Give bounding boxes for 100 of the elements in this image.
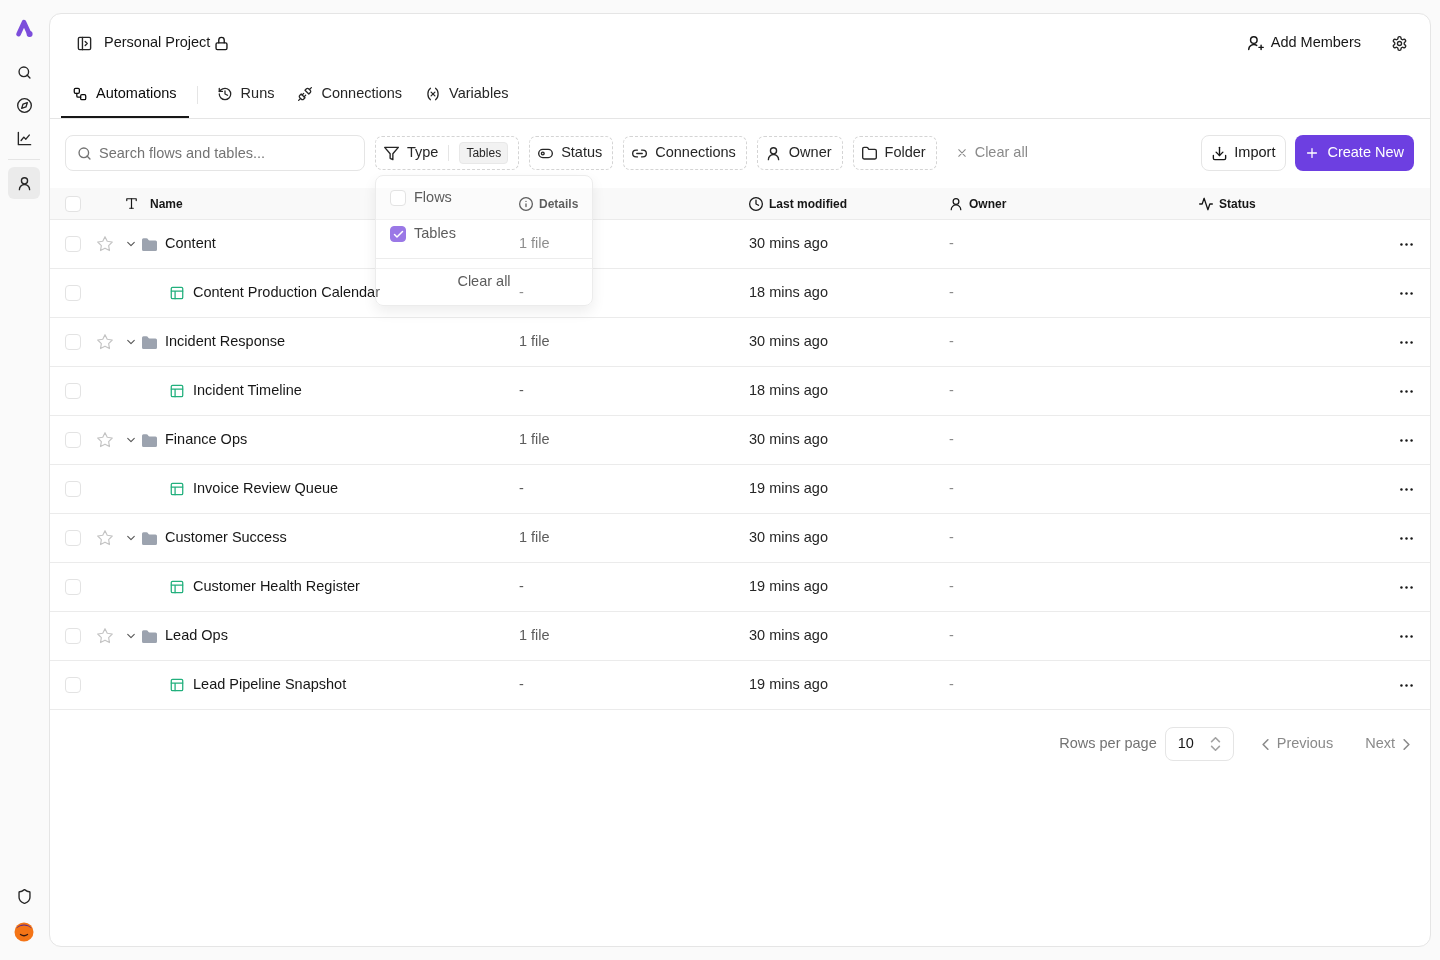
column-header[interactable]: Last modified	[769, 194, 847, 213]
owner-value: -	[949, 382, 954, 399]
star-icon[interactable]	[97, 432, 113, 448]
folder-name[interactable]: Finance Ops	[165, 429, 248, 451]
user-plus-icon	[1247, 35, 1264, 51]
star-icon[interactable]	[97, 236, 113, 252]
file-count: 1 file	[519, 529, 550, 546]
more-icon	[1399, 438, 1413, 442]
chevron-left-icon	[1261, 738, 1269, 750]
rows-per-page-label: Rows per page	[1059, 734, 1157, 754]
column-header[interactable]: Details	[539, 194, 579, 213]
owner-value: -	[949, 284, 954, 301]
column-header[interactable]: Owner	[969, 194, 1007, 213]
shield-icon	[16, 888, 32, 904]
filter-chip[interactable]: Folder	[852, 136, 937, 170]
sidebar-nav-button[interactable]	[8, 167, 40, 199]
tab[interactable]: Automations	[61, 72, 189, 118]
owner-value: -	[949, 529, 954, 546]
clock-icon	[749, 196, 763, 211]
table-icon	[170, 580, 184, 594]
column-header[interactable]: Name	[150, 194, 183, 213]
file-count: 1 file	[519, 235, 550, 252]
folder-name[interactable]: Customer Success	[165, 527, 287, 549]
compass-icon	[16, 97, 32, 113]
info-icon	[519, 196, 533, 211]
folder-icon	[142, 531, 157, 545]
user-icon	[16, 175, 32, 191]
search-icon	[77, 146, 92, 161]
table-icon	[170, 384, 184, 398]
file-count: 1 file	[519, 627, 550, 644]
more-icon	[1399, 634, 1413, 638]
file-count: -	[519, 676, 524, 693]
filter-chip[interactable]: Owner	[756, 136, 843, 170]
variable-icon	[426, 87, 441, 101]
filter-chip[interactable]: Status	[529, 136, 614, 170]
star-icon[interactable]	[97, 628, 113, 644]
plus-icon	[1305, 146, 1320, 160]
file-count: 1 file	[519, 431, 550, 448]
import-button[interactable]: Import	[1201, 135, 1287, 171]
clear-filter-button[interactable]: Clear all	[453, 259, 515, 305]
filter-chip[interactable]: Connections	[623, 136, 747, 170]
tab[interactable]: Runs	[205, 72, 287, 118]
owner-value: -	[949, 431, 954, 448]
table-icon	[170, 482, 184, 496]
rows-per-page-select[interactable]: 10	[1164, 727, 1234, 761]
more-icon	[1399, 389, 1413, 393]
last-modified: 30 mins ago	[749, 529, 828, 546]
file-count: -	[519, 480, 524, 497]
download-icon	[1212, 145, 1228, 161]
folder-name[interactable]: Incident Response	[165, 331, 286, 353]
tab[interactable]: Variables	[414, 72, 521, 118]
project-title: Personal Project	[104, 33, 211, 53]
file-count: -	[519, 382, 524, 399]
create-new-button[interactable]: Create New	[1295, 135, 1414, 171]
table-icon	[170, 286, 184, 300]
last-modified: 19 mins ago	[749, 676, 828, 693]
column-header[interactable]: Status	[1219, 194, 1256, 213]
close-icon	[955, 147, 968, 159]
table-name[interactable]: Invoice Review Queue	[193, 478, 339, 500]
user-icon	[765, 145, 781, 161]
table-name[interactable]: Customer Health Register	[193, 576, 360, 598]
folder-icon	[861, 145, 877, 161]
clear-all-button[interactable]: Clear all	[955, 142, 1028, 164]
folder-icon	[142, 237, 157, 251]
folder-name[interactable]: Lead Ops	[165, 625, 228, 647]
panel-toggle-icon	[76, 35, 92, 51]
file-count: -	[519, 578, 524, 595]
file-count: -	[519, 284, 524, 301]
table-name[interactable]: Incident Timeline	[193, 380, 302, 402]
user-icon	[949, 196, 963, 211]
table-name[interactable]: Content Production Calendar	[193, 282, 380, 304]
logo-icon[interactable]	[14, 18, 34, 38]
owner-value: -	[949, 480, 954, 497]
star-icon[interactable]	[97, 334, 113, 350]
funnel-icon	[384, 145, 399, 161]
filter-chip[interactable]: Type Tables	[375, 136, 520, 170]
more-icon	[1399, 585, 1413, 589]
settings-icon	[1391, 35, 1407, 51]
history-icon	[217, 87, 232, 101]
more-icon	[1399, 683, 1413, 687]
folder-icon	[142, 433, 157, 447]
avatar-icon[interactable]	[14, 922, 34, 942]
line-chart-icon	[16, 130, 32, 146]
search-field[interactable]: Search flows and tables...	[65, 135, 365, 171]
more-icon	[1399, 487, 1413, 491]
more-icon	[1399, 536, 1413, 540]
last-modified: 30 mins ago	[749, 627, 828, 644]
more-icon	[1399, 340, 1413, 344]
more-icon	[1399, 291, 1413, 295]
owner-value: -	[949, 235, 954, 252]
tab[interactable]: Connections	[286, 72, 415, 118]
add-members-button[interactable]: Add Members	[1241, 28, 1367, 58]
table-name[interactable]: Lead Pipeline Snapshot	[193, 674, 347, 696]
last-modified: 19 mins ago	[749, 578, 828, 595]
folder-icon	[142, 629, 157, 643]
checkbox[interactable]	[390, 226, 406, 242]
more-icon	[1399, 242, 1413, 246]
folder-name[interactable]: Content	[165, 233, 216, 255]
star-icon[interactable]	[97, 530, 113, 546]
activity-icon	[1199, 196, 1213, 211]
